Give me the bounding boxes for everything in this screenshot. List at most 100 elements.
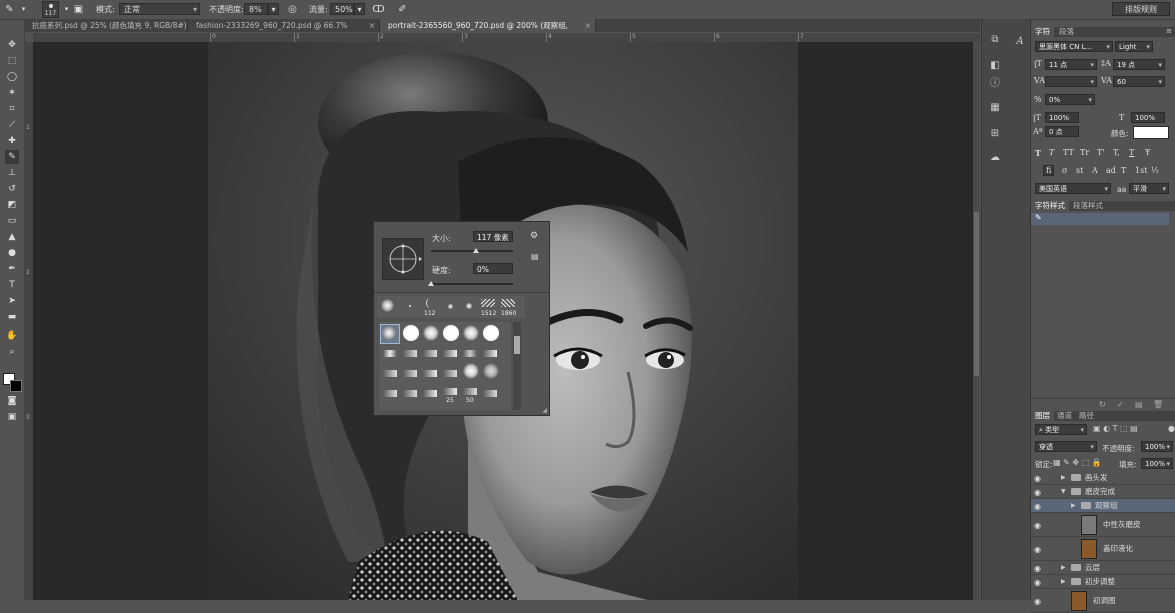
fractions-button[interactable]: ½ [1151,166,1159,175]
font-style-select[interactable]: Light [1115,41,1153,52]
hardness-input[interactable]: 0% [473,263,513,274]
brush-preset[interactable] [483,363,499,379]
brush-preset[interactable] [383,370,397,377]
recent-brush[interactable] [409,305,411,307]
antialias-select[interactable]: 平滑 [1129,183,1169,194]
brush-preset[interactable] [423,325,439,341]
fill-input[interactable]: 100% [1141,458,1173,469]
swatches-panel-icon[interactable]: ▦ [988,101,1002,115]
actions-panel-icon[interactable]: ⊞ [988,127,1002,141]
all-caps-button[interactable]: TT [1063,148,1074,157]
new-preset-icon[interactable]: ▤ [531,252,539,261]
visibility-eye-icon[interactable]: ◉ [1034,488,1044,497]
resize-grip-icon[interactable]: ◢ [542,407,547,414]
underline-button[interactable]: T [1129,148,1134,157]
recent-brush[interactable] [466,303,472,309]
brush-preset[interactable] [403,370,417,377]
brush-preset[interactable] [463,363,479,379]
path-selection-tool-icon[interactable]: ➤ [5,294,19,308]
flow-input[interactable]: 50% [330,3,354,15]
recent-brush[interactable] [381,299,394,312]
background-color-swatch[interactable] [10,380,22,392]
close-icon[interactable]: × [369,19,375,32]
preset-scrollbar-thumb[interactable] [514,336,520,354]
panel-menu-icon[interactable]: ≡ [1166,27,1172,35]
tab-paths[interactable]: 路径 [1075,411,1098,421]
faux-bold-button[interactable]: T [1035,148,1041,158]
layer-group-row[interactable]: ◉ ▼ 磨皮完成 [1031,485,1175,499]
text-color-swatch[interactable] [1133,126,1169,139]
collapsed-triangle-icon[interactable]: ▶ [1061,561,1066,574]
swash-button[interactable]: A [1092,166,1098,175]
hand-tool-icon[interactable]: ✋ [5,329,19,343]
layer-group-row[interactable]: ◉ ▶ 云层 [1031,561,1175,575]
recent-brush[interactable] [426,298,434,308]
layer-group-row[interactable]: ◉ ▶ 画头发 [1031,471,1175,485]
brush-preset[interactable] [463,325,479,341]
size-slider-track[interactable] [431,250,513,252]
trash-icon[interactable]: 🗑 [1153,400,1163,409]
tool-preset-dropdown-icon[interactable]: ▾ [17,3,30,16]
stylistic-alternates-button[interactable]: ad [1106,166,1116,175]
info-panel-icon[interactable]: ⓘ [988,77,1002,91]
tsume-select[interactable]: 0% [1045,94,1095,105]
vertical-scale-input[interactable]: 100% [1045,112,1079,123]
tab-paragraph-styles[interactable]: 段落样式 [1069,201,1107,211]
ordinals-button[interactable]: 1st [1135,166,1147,175]
mode-select[interactable]: 正常 ▾ [119,3,200,15]
brush-panel-toggle-icon[interactable]: ▣ [72,3,85,16]
blend-mode-select[interactable]: 穿透 [1035,441,1097,452]
expanded-triangle-icon[interactable]: ▼ [1061,485,1066,498]
layer-opacity-input[interactable]: 100% [1141,441,1173,452]
brush-preset[interactable] [423,370,437,377]
font-size-select[interactable]: 11 点 [1045,59,1097,70]
old-style-button[interactable]: σ [1062,166,1067,175]
refresh-icon[interactable]: ↻ [1099,400,1106,409]
scrollbar-thumb[interactable] [974,212,979,376]
language-select[interactable]: 美国英语 [1035,183,1111,194]
recent-brush[interactable] [448,304,453,309]
tracking-select[interactable]: 60 [1113,76,1165,87]
font-family-select[interactable]: 思源黑体 CN L... [1035,41,1113,52]
style-row-none[interactable]: ✎ [1031,213,1169,225]
flow-slider-button[interactable]: ▾ [354,3,365,15]
brush-preset[interactable] [443,325,459,341]
brush-preset[interactable] [443,370,457,377]
healing-brush-tool-icon[interactable]: ✚ [5,134,19,148]
brush-preset[interactable] [403,325,419,341]
ligatures-button[interactable]: fi [1043,165,1055,176]
small-caps-button[interactable]: Tr [1080,148,1089,157]
opacity-slider-button[interactable]: ▾ [268,3,279,15]
airbrush-icon[interactable]: ↀ [372,3,385,16]
kerning-select[interactable] [1045,76,1097,87]
magic-wand-tool-icon[interactable]: ✶ [5,86,19,100]
hardness-slider-track[interactable] [431,283,513,285]
brush-tool-icon[interactable]: ✎ [3,3,16,16]
brush-preset[interactable] [443,350,457,357]
eyedropper-tool-icon[interactable]: ⟋ [5,118,19,132]
crop-tool-icon[interactable]: ⌗ [5,102,19,116]
brush-preset[interactable] [403,390,417,397]
layer-group-row[interactable]: ◉ ▶ 初步调整 [1031,575,1175,589]
new-style-icon[interactable]: ▤ [1135,400,1143,409]
layer-group-row[interactable]: ◉ ▶ 观察组 [1031,499,1175,513]
pen-tool-icon[interactable]: ✒ [5,262,19,276]
eraser-tool-icon[interactable]: ◩ [5,198,19,212]
brush-preset[interactable] [383,390,397,397]
brush-preset[interactable] [423,350,437,357]
size-input[interactable]: 117 像素 [473,231,513,242]
tab-layers[interactable]: 图层 [1031,411,1054,421]
visibility-eye-icon[interactable]: ◉ [1034,597,1044,606]
tab-character-styles[interactable]: 字符样式 [1031,201,1069,211]
hardness-slider-thumb[interactable] [428,281,434,286]
dodge-tool-icon[interactable]: ● [5,246,19,260]
tab-doc-1[interactable]: 抗癌系列.psd @ 25% (颜色填充 9, RGB/8#) [24,19,188,32]
type-tool-icon[interactable]: T [5,278,19,292]
check-icon[interactable]: ✓ [1117,400,1124,409]
libraries-panel-icon[interactable]: ☁ [988,151,1002,165]
pressure-size-icon[interactable]: ✐ [396,3,409,16]
workspace-switcher[interactable]: 排版规则 [1112,2,1170,16]
visibility-eye-icon[interactable]: ◉ [1034,502,1044,511]
zoom-tool-icon[interactable]: ⌕ [5,345,19,359]
recent-brush[interactable] [501,299,515,307]
